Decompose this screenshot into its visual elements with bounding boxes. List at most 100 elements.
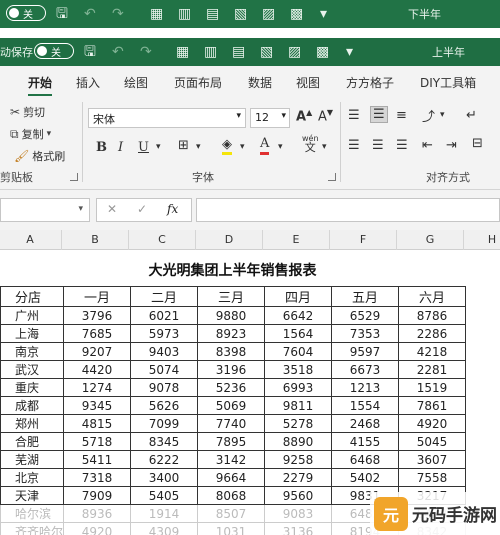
value-cell[interactable]: 5236 xyxy=(197,378,266,397)
copy-button[interactable]: ⧉ 复制 ▾ xyxy=(10,126,51,142)
align-bottom-icon[interactable]: ≡ xyxy=(396,108,407,123)
decrease-indent-icon[interactable]: ⇤ xyxy=(422,138,433,153)
branch-cell[interactable]: 上海 xyxy=(0,324,65,343)
value-cell[interactable]: 7318 xyxy=(63,468,132,487)
value-cell[interactable]: 1554 xyxy=(331,396,400,415)
branch-cell[interactable]: 芜湖 xyxy=(0,450,65,469)
value-cell[interactable]: 4309 xyxy=(130,522,199,535)
format-icon[interactable]: ▧ xyxy=(234,5,247,23)
value-cell[interactable]: 3518 xyxy=(264,360,333,379)
chevron-down-icon[interactable]: ▾ xyxy=(322,142,327,152)
grid-icon[interactable]: ▤ xyxy=(206,5,219,23)
chevron-down-icon[interactable]: ▾ xyxy=(240,142,245,152)
header-cell[interactable]: 四月 xyxy=(264,286,333,307)
value-cell[interactable]: 9258 xyxy=(264,450,333,469)
value-cell[interactable]: 7740 xyxy=(197,414,266,433)
value-cell[interactable]: 7895 xyxy=(197,432,266,451)
value-cell[interactable]: 2468 xyxy=(331,414,400,433)
value-cell[interactable]: 5626 xyxy=(130,396,199,415)
value-cell[interactable]: 3142 xyxy=(197,450,266,469)
branch-cell[interactable]: 天津 xyxy=(0,486,65,505)
value-cell[interactable]: 8936 xyxy=(63,504,132,523)
value-cell[interactable]: 4920 xyxy=(398,414,467,433)
calc-icon[interactable]: ▩ xyxy=(290,5,303,23)
fill-icon[interactable]: ▨ xyxy=(288,43,301,61)
branch-cell[interactable]: 郑州 xyxy=(0,414,65,433)
chevron-down-icon[interactable]: ▾ xyxy=(440,110,445,120)
autosave-toggle[interactable]: 关 xyxy=(34,43,74,59)
align-center-icon[interactable]: ☰ xyxy=(372,138,384,153)
chevron-down-icon[interactable]: ▾ xyxy=(278,142,283,152)
value-cell[interactable]: 6642 xyxy=(264,306,333,325)
value-cell[interactable]: 1031 xyxy=(197,522,266,535)
column-header-f[interactable]: F xyxy=(353,233,373,246)
borders-icon[interactable]: ⊞ xyxy=(178,138,189,153)
value-cell[interactable]: 9083 xyxy=(264,504,333,523)
increase-font-icon[interactable]: A▲ xyxy=(296,108,312,124)
more-dropdown-icon[interactable]: ▾ xyxy=(346,43,353,61)
header-cell[interactable]: 一月 xyxy=(63,286,132,307)
value-cell[interactable]: 7909 xyxy=(63,486,132,505)
align-right-icon[interactable]: ☰ xyxy=(396,138,408,153)
header-cell[interactable]: 六月 xyxy=(398,286,467,307)
merge-center-icon[interactable]: ⊟ xyxy=(472,136,483,151)
font-color-icon[interactable]: A xyxy=(260,136,270,155)
font-size-select[interactable]: 12 ▾ xyxy=(250,108,290,128)
branch-cell[interactable]: 齐齐哈尔 xyxy=(0,522,65,535)
value-cell[interactable]: 3607 xyxy=(398,450,467,469)
value-cell[interactable]: 5411 xyxy=(63,450,132,469)
value-cell[interactable]: 6222 xyxy=(130,450,199,469)
header-cell[interactable]: 五月 xyxy=(331,286,400,307)
column-header-g[interactable]: G xyxy=(420,233,440,246)
value-cell[interactable]: 2286 xyxy=(398,324,467,343)
value-cell[interactable]: 9880 xyxy=(197,306,266,325)
align-middle-icon[interactable]: ☰ xyxy=(370,106,388,123)
value-cell[interactable]: 3136 xyxy=(264,522,333,535)
value-cell[interactable]: 7099 xyxy=(130,414,199,433)
column-header-b[interactable]: B xyxy=(85,233,105,246)
undo-icon[interactable]: ↶ xyxy=(112,43,124,61)
fill-icon[interactable]: ▨ xyxy=(262,5,275,23)
column-header-h[interactable]: H xyxy=(484,233,500,246)
save-icon[interactable]: 🖫 xyxy=(56,5,68,23)
underline-button[interactable]: U xyxy=(138,140,149,155)
value-cell[interactable]: 1274 xyxy=(63,378,132,397)
font-name-select[interactable]: 宋体 ▾ xyxy=(88,108,246,128)
value-cell[interactable]: 3400 xyxy=(130,468,199,487)
tab-insert[interactable]: 插入 xyxy=(76,74,100,91)
value-cell[interactable]: 3796 xyxy=(63,306,132,325)
save-icon[interactable]: 🖫 xyxy=(84,43,96,61)
value-cell[interactable]: 1213 xyxy=(331,378,400,397)
orientation-icon[interactable]: ⤴ xyxy=(422,106,435,125)
wrap-text-icon[interactable]: ↵ xyxy=(466,108,477,123)
value-cell[interactable]: 9597 xyxy=(331,342,400,361)
grid-icon[interactable]: ▤ xyxy=(232,43,245,61)
branch-cell[interactable]: 武汉 xyxy=(0,360,65,379)
value-cell[interactable]: 5074 xyxy=(130,360,199,379)
branch-cell[interactable]: 合肥 xyxy=(0,432,65,451)
value-cell[interactable]: 7861 xyxy=(398,396,467,415)
more-dropdown-icon[interactable]: ▾ xyxy=(320,5,327,23)
value-cell[interactable]: 5402 xyxy=(331,468,400,487)
value-cell[interactable]: 5069 xyxy=(197,396,266,415)
value-cell[interactable]: 7604 xyxy=(264,342,333,361)
format-icon[interactable]: ▧ xyxy=(260,43,273,61)
value-cell[interactable]: 9403 xyxy=(130,342,199,361)
redo-icon[interactable]: ↷ xyxy=(112,5,124,23)
value-cell[interactable]: 3196 xyxy=(197,360,266,379)
tab-draw[interactable]: 绘图 xyxy=(124,74,148,91)
clipboard-launcher-icon[interactable] xyxy=(70,173,78,181)
value-cell[interactable]: 5405 xyxy=(130,486,199,505)
chevron-down-icon[interactable]: ▾ xyxy=(78,204,83,214)
value-cell[interactable]: 4155 xyxy=(331,432,400,451)
cut-button[interactable]: ✂ 剪切 xyxy=(10,104,45,120)
branch-cell[interactable]: 哈尔滨 xyxy=(0,504,65,523)
value-cell[interactable]: 1519 xyxy=(398,378,467,397)
branch-cell[interactable]: 广州 xyxy=(0,306,65,325)
value-cell[interactable]: 5045 xyxy=(398,432,467,451)
branch-cell[interactable]: 重庆 xyxy=(0,378,65,397)
value-cell[interactable]: 7558 xyxy=(398,468,467,487)
value-cell[interactable]: 2279 xyxy=(264,468,333,487)
value-cell[interactable]: 4420 xyxy=(63,360,132,379)
column-header-d[interactable]: D xyxy=(219,233,239,246)
